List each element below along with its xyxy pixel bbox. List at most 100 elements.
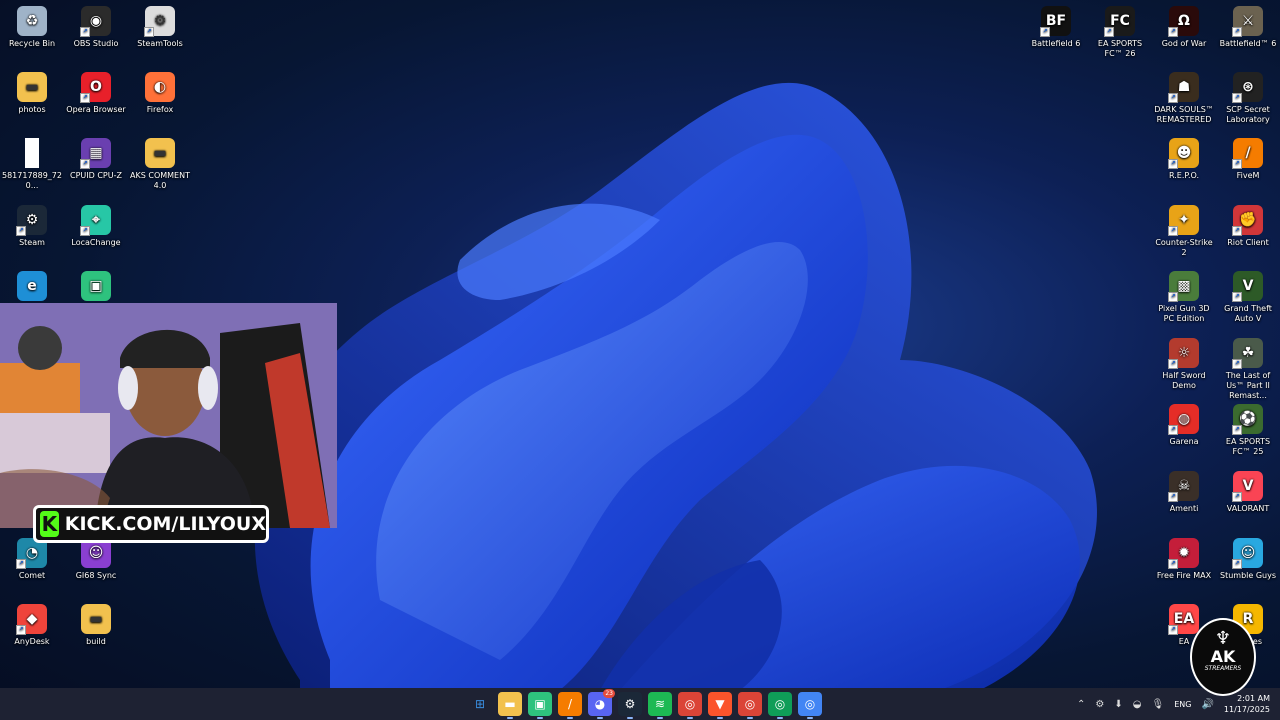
desktop-icon[interactable]: ☺ ↗ Stumble Guys <box>1216 538 1280 581</box>
speaker-icon[interactable]: 🔊 <box>1201 699 1213 710</box>
desktop-icon[interactable]: ▦ ↗ CPUID CPU-Z <box>64 138 128 181</box>
shortcut-arrow-icon: ↗ <box>80 159 90 169</box>
desktop-icon[interactable]: ▩ ↗ Pixel Gun 3D PC Edition <box>1152 271 1216 324</box>
desktop-icon[interactable]: / ↗ FiveM <box>1216 138 1280 181</box>
edge-icon: e <box>17 271 47 301</box>
taskbar-brave-button[interactable]: ▼ <box>708 692 732 719</box>
desktop-icon-label: AnyDesk <box>14 637 50 646</box>
desktop-icon[interactable]: ✊ ↗ Riot Client <box>1216 205 1280 248</box>
icon-glyph: / <box>1245 145 1251 161</box>
steam-icon: ⚙ <box>624 697 636 711</box>
desktop-icon[interactable]: V ↗ VALORANT <box>1216 471 1280 514</box>
desktop-icon-label: CPUID CPU-Z <box>70 171 122 180</box>
desktop-icon[interactable]: ☻ ↗ R.E.P.O. <box>1152 138 1216 181</box>
icon-glyph: ☺ <box>1240 545 1256 561</box>
desktop-icon[interactable]: ◆ ↗ AnyDesk <box>0 604 64 647</box>
desktop-icon[interactable]: ✦ ↗ Counter-Strike 2 <box>1152 205 1216 258</box>
desktop-icon[interactable]: ☘ ↗ The Last of Us™ Part II Remast... <box>1216 338 1280 401</box>
icon-glyph: ☗ <box>1177 79 1191 95</box>
language-indicator[interactable]: ENG <box>1174 700 1191 709</box>
desktop-icon[interactable]: 581717889_720... <box>0 138 64 191</box>
desktop-icon[interactable]: ▣ <box>64 271 128 304</box>
desktop-icon[interactable]: ▬ build <box>64 604 128 647</box>
taskbar-file-explorer-button[interactable]: ▬ <box>498 692 522 719</box>
taskbar-chrome-button[interactable]: ◎ <box>738 692 762 719</box>
shortcut-arrow-icon: ↗ <box>1040 27 1050 37</box>
icon-glyph: ☼ <box>1177 345 1191 361</box>
shortcut-arrow-icon: ↗ <box>16 559 26 569</box>
icon-glyph: ⚔ <box>1241 13 1255 29</box>
chevron-up-icon[interactable]: ⌃ <box>1077 699 1085 710</box>
start-icon: ⊞ <box>474 697 486 711</box>
desktop-icon-label: Amenti <box>1169 504 1199 513</box>
shortcut-arrow-icon: ↗ <box>1168 93 1178 103</box>
taskbar-fivem-button[interactable]: / <box>558 692 582 719</box>
desktop-icon[interactable]: ▬ photos <box>0 72 64 115</box>
folder-icon: ▬ <box>81 604 111 634</box>
desktop-icon[interactable]: ◔ ↗ Comet <box>0 538 64 581</box>
taskbar-steam-button[interactable]: ⚙ <box>618 692 642 719</box>
vpn-tray-icon[interactable]: ⬇ <box>1114 699 1122 710</box>
desktop-icon[interactable]: ⌖ ↗ LocaChange <box>64 205 128 248</box>
desktop-icon[interactable]: ▬ AKS COMMENT 4.0 <box>128 138 192 191</box>
desktop-icon[interactable]: Ω ↗ God of War <box>1152 6 1216 49</box>
fc26-icon: FC ↗ <box>1104 6 1135 37</box>
folder-icon: ▬ <box>145 138 175 168</box>
desktop-icon[interactable]: ⚙ ↗ SteamTools <box>128 6 192 49</box>
desktop-icon-label: Recycle Bin <box>8 39 56 48</box>
scp-icon: ⊛ ↗ <box>1232 72 1263 103</box>
clock[interactable]: 2:01 AM 11/17/2025 <box>1224 693 1270 715</box>
kick-url-banner: K KICK.COM/LILYOUX <box>33 505 269 543</box>
desktop-icon-label: Steam <box>19 238 45 247</box>
desktop-icon[interactable]: ♻ Recycle Bin <box>0 6 64 49</box>
desktop-icon-label: Counter-Strike 2 <box>1155 238 1213 257</box>
desktop-icon[interactable]: ☠ ↗ Amenti <box>1152 471 1216 514</box>
icon-glyph: V <box>1242 478 1254 494</box>
taskbar-start-button[interactable]: ⊞ <box>468 692 492 716</box>
shortcut-arrow-icon: ↗ <box>1232 27 1242 37</box>
system-tray: ⌃ ⚙ ⬇ ◒ 🎙 ENG 🔊 2:01 AM 11/17/2025 <box>1077 688 1270 720</box>
taskbar-chrome-button[interactable]: ◎ <box>768 692 792 719</box>
cs2-icon: ✦ ↗ <box>1168 205 1199 236</box>
taskbar-spotify-button[interactable]: ≋ <box>648 692 672 719</box>
desktop-icon[interactable]: ☗ ↗ DARK SOULS™ REMASTERED <box>1152 72 1216 125</box>
shortcut-arrow-icon: ↗ <box>16 226 26 236</box>
desktop-icon[interactable]: V ↗ Grand Theft Auto V <box>1216 271 1280 324</box>
desktop-icon[interactable]: ⚽ ↗ EA SPORTS FC™ 25 <box>1216 404 1280 457</box>
icon-glyph: ♻ <box>25 13 39 29</box>
desktop-icon[interactable]: ☼ ↗ Half Sword Demo <box>1152 338 1216 391</box>
desktop-icon[interactable]: ✹ ↗ Free Fire MAX <box>1152 538 1216 581</box>
valorant-icon: V ↗ <box>1232 471 1263 502</box>
icon-glyph: ☘ <box>1241 345 1255 361</box>
icon-glyph: ✊ <box>1239 212 1257 228</box>
shortcut-arrow-icon: ↗ <box>1232 292 1242 302</box>
desktop-icon[interactable]: ⊛ ↗ SCP Secret Laboratory <box>1216 72 1280 125</box>
garena-icon: ◍ ↗ <box>1168 404 1199 435</box>
microphone-icon[interactable]: 🎙 <box>1151 699 1164 710</box>
desktop-icon[interactable]: FC ↗ EA SPORTS FC™ 26 <box>1088 6 1152 59</box>
desktop-icon-label: GI68 Sync <box>75 571 117 580</box>
icon-glyph: R <box>1242 611 1254 627</box>
desktop-icon-label: Half Sword Demo <box>1162 371 1206 390</box>
desktop-icon[interactable]: ⚙ ↗ Steam <box>0 205 64 248</box>
desktop-icon-label: Riot Client <box>1227 238 1269 247</box>
fivem-icon: / ↗ <box>1232 138 1263 169</box>
desktop-icon[interactable]: ☺ GI68 Sync <box>64 538 128 581</box>
desktop-icon[interactable]: ◉ ↗ OBS Studio <box>64 6 128 49</box>
desktop-icon[interactable]: ◐ Firefox <box>128 72 192 115</box>
desktop-icon[interactable]: O ↗ Opera Browser <box>64 72 128 115</box>
desktop-icon-label: FiveM <box>1236 171 1260 180</box>
taskbar-discord-button[interactable]: ◕ 23 <box>588 689 615 719</box>
desktop-icon[interactable]: BF ↗ Battlefield 6 <box>1024 6 1088 49</box>
desktop-icon[interactable]: ⚔ ↗ Battlefield™ 6 <box>1216 6 1280 49</box>
desktop-icon-label: Grand Theft Auto V <box>1224 304 1272 323</box>
taskbar-chrome-button[interactable]: ◎ <box>798 692 822 719</box>
taskbar-chrome-button[interactable]: ◎ <box>678 692 702 719</box>
steam-tray-icon[interactable]: ⚙ <box>1095 699 1104 710</box>
desktop-icon[interactable]: ◍ ↗ Garena <box>1152 404 1216 447</box>
taskbar-kick-app-button[interactable]: ▣ <box>528 692 552 719</box>
desktop-icon-label: SteamTools <box>137 39 183 48</box>
steamtools-icon: ⚙ ↗ <box>144 6 175 37</box>
desktop-icon[interactable]: e <box>0 271 64 304</box>
shield-tray-icon[interactable]: ◒ <box>1133 699 1142 710</box>
